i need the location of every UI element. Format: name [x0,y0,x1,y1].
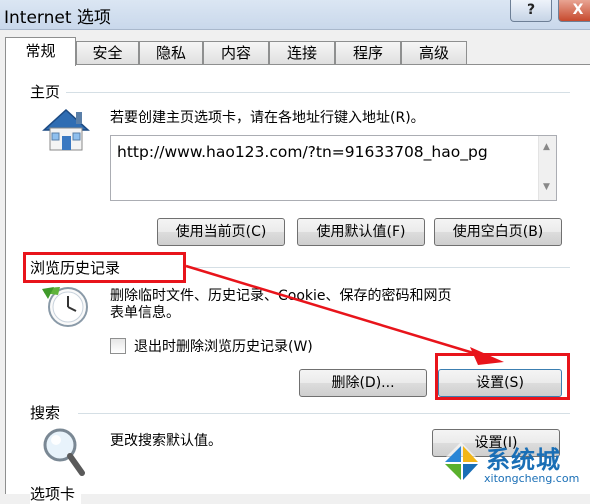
watermark-logo-icon [440,442,482,484]
annotation-arrow [185,264,504,365]
watermark-title: 系统城 [486,446,561,474]
watermark: 系统城 xitongcheng.com [436,436,590,492]
tab-general[interactable]: 常规 [5,37,76,66]
watermark-subtitle: xitongcheng.com [484,472,580,485]
